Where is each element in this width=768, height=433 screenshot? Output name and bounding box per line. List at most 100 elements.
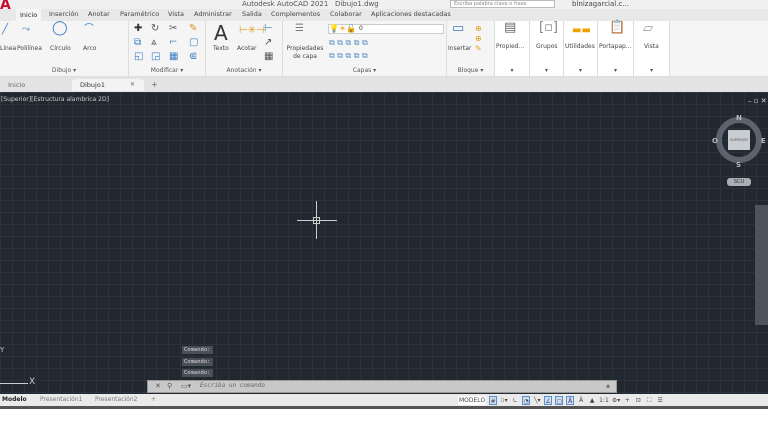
command-history-line: Comando: — [182, 346, 213, 354]
viewport-controls[interactable]: [Superior][Estructura alambrica 2D] — [1, 96, 109, 103]
close-icon[interactable]: ✕ — [155, 382, 161, 390]
annotation-visibility-icon[interactable]: Å — [566, 396, 575, 405]
move-icon[interactable]: ✚ — [134, 24, 142, 34]
panel-vista[interactable]: ▱ Vista ▾ — [634, 21, 670, 76]
add-layout-button[interactable]: + — [151, 396, 156, 403]
tool-circulo[interactable]: Círculo — [50, 45, 71, 52]
title-bar — [0, 0, 768, 9]
compass-w[interactable]: O — [712, 137, 718, 145]
panel-label-anotacion[interactable]: Anotación ▾ — [206, 67, 282, 74]
panel-label-bloque[interactable]: Bloque ▾ — [447, 67, 494, 74]
leader-icon[interactable]: ↗ — [264, 38, 272, 48]
navigation-bar[interactable] — [755, 205, 768, 325]
search-input[interactable]: Escriba palabra clave o frase — [450, 0, 555, 8]
tab-colaborar[interactable]: Colaborar — [330, 10, 362, 18]
isodraft-icon[interactable]: ╲▾ — [533, 396, 541, 405]
tool-propiedades-capa[interactable]: Propiedades de capa — [285, 45, 325, 61]
object-snap-tracking-icon[interactable]: ▢ — [555, 396, 564, 405]
panel-label-capas[interactable]: Capas ▾ — [283, 67, 446, 74]
grid-icon[interactable]: # — [489, 396, 498, 405]
block-tools-icon[interactable]: ⊕ ⊕ ✎ — [475, 24, 482, 54]
tab-parametrico[interactable]: Paramétrico — [120, 10, 159, 18]
fillet-icon[interactable]: ⌐ — [169, 38, 177, 48]
tool-acotar[interactable]: Acotar — [237, 45, 256, 52]
layout-tab-modelo[interactable]: Modelo — [2, 396, 27, 403]
chevron-down-icon: ▾ — [510, 67, 514, 74]
table-icon[interactable]: ▦ — [264, 52, 273, 62]
workspace-gear-icon[interactable]: ⚙▾ — [612, 396, 620, 405]
tab-anotar[interactable]: Anotar — [88, 10, 110, 18]
tab-complementos[interactable]: Complementos — [271, 10, 320, 18]
ortho-icon[interactable]: ∟ — [511, 396, 519, 405]
erase-icon[interactable]: ✎ — [189, 24, 197, 34]
layer-tools-row2-icon[interactable]: ⧉ ⧉ ⧉ ⧉ ⧉ — [329, 51, 368, 61]
tool-insertar[interactable]: Insertar — [448, 45, 471, 52]
panel-label-modificar[interactable]: Modificar ▾ — [129, 67, 205, 74]
tool-propiedades: Propied... — [496, 43, 525, 50]
units-icon[interactable]: ⊡ — [634, 396, 642, 405]
customize-icon[interactable]: ⚲ — [167, 382, 172, 390]
user-account[interactable]: blnizagarcial.c... — [572, 0, 629, 9]
command-line[interactable]: ✕ ⚲ ▭▾ Escriba un comando ▲ — [147, 380, 617, 393]
ucs-menu[interactable]: SCU — [727, 178, 751, 186]
annotation-scale-icon[interactable]: ▲ — [588, 396, 596, 405]
tab-administrar[interactable]: Administrar — [194, 10, 232, 18]
recent-commands-icon[interactable]: ▭▾ — [181, 382, 191, 390]
layer-properties-icon[interactable]: ☰ — [295, 24, 304, 34]
compass-s[interactable]: S — [736, 161, 741, 169]
linear-dim-icon[interactable]: ⊢ — [264, 24, 273, 34]
viewcube-face[interactable]: SUPERIOR — [728, 130, 750, 150]
panel-utilidades[interactable]: ▬▬ Utilidades ▾ — [564, 21, 598, 76]
tab-aplicaciones[interactable]: Aplicaciones destacadas — [371, 10, 451, 18]
auto-scale-icon[interactable]: Ä — [577, 396, 585, 405]
tab-salida[interactable]: Salida — [242, 10, 262, 18]
tool-polilinea[interactable]: Polilínea — [17, 45, 42, 52]
layout-tab-presentacion1[interactable]: Presentación1 — [40, 396, 82, 403]
drawing-canvas[interactable] — [0, 92, 768, 395]
text-icon[interactable]: A — [214, 23, 228, 43]
fullscreen-icon[interactable]: ⛶ — [645, 396, 653, 405]
tool-linea[interactable]: Línea — [0, 45, 16, 52]
tool-vista: Vista — [644, 43, 659, 50]
explode-icon[interactable]: ▢ — [189, 38, 198, 48]
add-tab-button[interactable]: + — [151, 80, 158, 89]
rotate-icon[interactable]: ↻ — [151, 24, 159, 34]
scale-icon[interactable]: ◲ — [151, 52, 160, 62]
panel-label-dibujo[interactable]: Dibujo ▾ — [0, 67, 128, 74]
trim-icon[interactable]: ✂ — [169, 24, 177, 34]
annotation-monitor-icon[interactable]: + — [623, 396, 631, 405]
layer-tools-row1-icon[interactable]: ⧉ ⧉ ⧉ ⧉ ⧉ — [329, 38, 368, 48]
scale-selector[interactable]: 1:1 — [599, 396, 609, 405]
panel-portapapeles[interactable]: 📋 Portapap... ▾ — [598, 21, 634, 76]
insert-block-icon[interactable]: ▭ — [452, 22, 464, 35]
command-input[interactable]: Escriba un comando — [200, 382, 265, 389]
expand-icon[interactable]: ▲ — [606, 383, 610, 389]
layer-state-icons: 💡☀🔓 — [329, 24, 357, 33]
viewport-window-controls[interactable]: – ▫ ✕ — [748, 97, 767, 105]
array-icon[interactable]: ▦ — [169, 52, 178, 62]
compass-e[interactable]: E — [761, 137, 766, 145]
mirror-icon[interactable]: ⩓ — [151, 38, 157, 48]
object-snap-icon[interactable]: ∠ — [544, 396, 553, 405]
stretch-icon[interactable]: ◱ — [134, 52, 143, 62]
chevron-down-icon: ▾ — [544, 67, 548, 74]
tool-arco[interactable]: Arco — [83, 45, 96, 52]
tab-vista[interactable]: Vista — [168, 10, 184, 18]
tab-inicio[interactable]: Inicio — [16, 9, 42, 21]
dimension-icon[interactable]: ⊢✳⊣ — [239, 26, 265, 36]
doc-tab-inicio[interactable]: Inicio — [0, 79, 72, 91]
offset-icon[interactable]: ⋐ — [189, 52, 197, 62]
close-tab-icon[interactable]: ✕ — [130, 81, 135, 88]
compass-n[interactable]: N — [736, 114, 742, 122]
tool-texto[interactable]: Texto — [213, 45, 229, 52]
copy-icon[interactable]: ⧉ — [134, 38, 141, 48]
panel-grupos[interactable]: [▫] Grupos ▾ — [530, 21, 564, 76]
snap-icon[interactable]: ⁝⁝▾ — [500, 396, 508, 405]
customization-menu-icon[interactable]: ☰ — [656, 396, 664, 405]
panel-propiedades[interactable]: ▤ Propied... ▾ — [495, 21, 530, 76]
polar-icon[interactable]: ◔ — [522, 396, 531, 405]
model-space-button[interactable]: MODELO — [458, 396, 487, 405]
groups-icon: [▫] — [539, 20, 558, 35]
layout-tab-presentacion2[interactable]: Presentación2 — [95, 396, 137, 403]
tab-insercion[interactable]: Inserción — [49, 10, 78, 18]
